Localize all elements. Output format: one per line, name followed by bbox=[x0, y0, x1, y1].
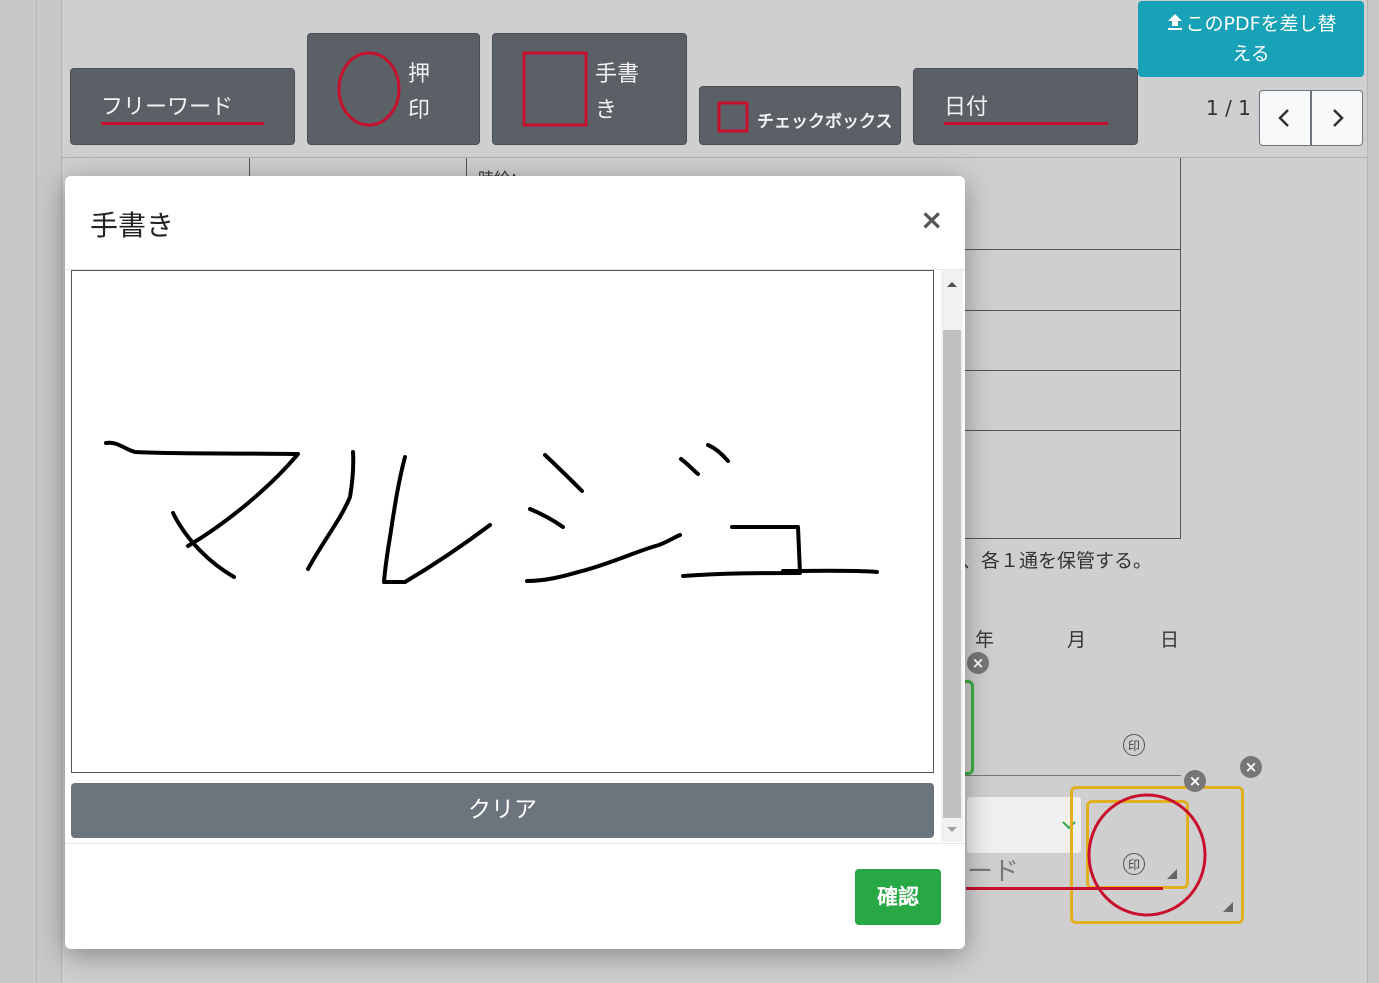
replace-pdf-line-1: このPDFを差し替 bbox=[1138, 9, 1364, 39]
prev-page-button[interactable] bbox=[1259, 90, 1311, 146]
left-rail bbox=[0, 0, 62, 983]
date-underline bbox=[944, 122, 1108, 125]
right-rail bbox=[1367, 0, 1379, 983]
stamp-tool-label-1: 押 bbox=[408, 62, 431, 87]
replace-pdf-button[interactable]: このPDFを差し替 える bbox=[1138, 1, 1364, 77]
handwriting-modal: 手書き × クリア 確認 bbox=[65, 176, 965, 949]
chevron-right-icon bbox=[1333, 109, 1344, 127]
checkbox-tool-button[interactable]: チェックボックス bbox=[699, 86, 901, 145]
freeword-tool-button[interactable]: フリーワード bbox=[70, 68, 295, 145]
date-tool-label: 日付 bbox=[944, 95, 989, 120]
field-select[interactable] bbox=[966, 796, 1082, 854]
next-page-button[interactable] bbox=[1311, 90, 1363, 146]
replace-pdf-line-2: える bbox=[1232, 43, 1270, 65]
upload-icon bbox=[1168, 14, 1183, 30]
canvas-scrollbar[interactable] bbox=[941, 270, 963, 842]
doc-year-label: 年 bbox=[975, 629, 995, 651]
handwritten-signature bbox=[104, 440, 879, 584]
close-icon[interactable]: × bbox=[920, 203, 943, 236]
seal-mark: 印 bbox=[1123, 734, 1145, 756]
remove-stamp-inner-icon[interactable]: × bbox=[1184, 770, 1206, 792]
remove-stamp-outer-icon[interactable]: × bbox=[1240, 756, 1262, 778]
handwriting-tool-button[interactable]: 手書 き bbox=[492, 33, 687, 145]
stamp-circle-placed-icon bbox=[1087, 793, 1207, 917]
handwriting-tool-label-2: き bbox=[595, 98, 618, 123]
modal-title: 手書き bbox=[90, 209, 175, 242]
resize-handle-icon[interactable] bbox=[1222, 901, 1234, 913]
resize-handle-icon[interactable] bbox=[1166, 868, 1178, 880]
handwriting-tool-label-1: 手書 bbox=[595, 62, 640, 87]
doc-field-partial: ード bbox=[967, 857, 1020, 887]
chevron-left-icon bbox=[1278, 109, 1289, 127]
page-indicator: 1 / 1 bbox=[1206, 96, 1251, 120]
stamp-tool-button[interactable]: 押 印 bbox=[307, 33, 480, 145]
scroll-up-icon[interactable] bbox=[941, 276, 963, 292]
freeword-underline bbox=[101, 122, 264, 125]
doc-storage-note: 、各１通を保管する。 bbox=[962, 550, 1153, 572]
checkbox-tool-label: チェックボックス bbox=[757, 112, 893, 132]
doc-month-label: 月 bbox=[1067, 629, 1087, 651]
confirm-button[interactable]: 確認 bbox=[855, 869, 941, 925]
clear-button[interactable]: クリア bbox=[71, 783, 934, 838]
date-tool-button[interactable]: 日付 bbox=[913, 68, 1138, 145]
stamp-circle-icon bbox=[337, 51, 401, 127]
signature-canvas[interactable] bbox=[71, 270, 934, 773]
freeword-tool-label: フリーワード bbox=[101, 95, 234, 120]
checkbox-square-icon bbox=[717, 101, 749, 133]
handwriting-square-icon bbox=[522, 51, 588, 127]
stamp-tool-label-2: 印 bbox=[408, 98, 431, 123]
scrollbar-thumb[interactable] bbox=[943, 330, 961, 818]
remove-field-icon[interactable]: × bbox=[967, 652, 989, 674]
scroll-down-icon[interactable] bbox=[941, 822, 963, 838]
seal-mark-2: 印 bbox=[1123, 853, 1145, 875]
doc-day-label: 日 bbox=[1160, 629, 1180, 651]
